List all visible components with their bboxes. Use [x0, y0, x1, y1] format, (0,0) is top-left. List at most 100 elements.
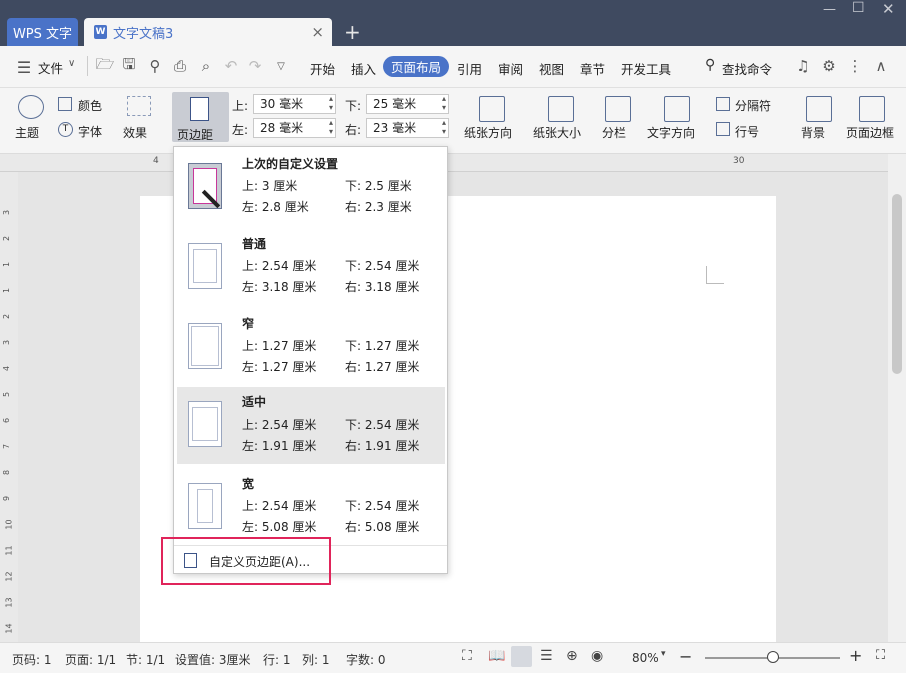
preset-left: 左: 1.27 厘米	[242, 360, 317, 374]
preset-thumbnail-icon	[188, 401, 222, 447]
preset-thumbnail-icon	[188, 323, 222, 369]
text-direction-button[interactable]: 文字方向	[647, 124, 695, 141]
status-column[interactable]: 列: 1	[302, 651, 330, 668]
right-margin-input[interactable]: 23 毫米	[366, 118, 449, 138]
preset-normal[interactable]: 普通 上: 2.54 厘米 下: 2.54 厘米 左: 3.18 厘米 右: 3…	[177, 229, 445, 305]
vertical-scrollbar[interactable]	[888, 154, 906, 642]
effect-button[interactable]: 效果	[123, 124, 147, 141]
columns-button[interactable]: 分栏	[602, 124, 626, 141]
document-tab[interactable]: W 文字文稿3 ×	[84, 18, 332, 46]
top-margin-input[interactable]: 30 毫米	[253, 94, 336, 114]
font-icon[interactable]: T	[58, 122, 73, 137]
background-icon[interactable]	[806, 96, 832, 122]
status-page-number[interactable]: 页码: 1	[12, 651, 52, 668]
menu-insert[interactable]: 插入	[351, 59, 376, 78]
left-margin-input[interactable]: 28 毫米	[253, 118, 336, 138]
zoom-slider-handle[interactable]	[766, 651, 779, 663]
status-section[interactable]: 节: 1/1	[126, 651, 165, 668]
vertical-ruler[interactable]: 321123456789101112131415	[0, 172, 18, 660]
menu-start[interactable]: 开始	[310, 59, 335, 78]
columns-icon[interactable]	[605, 96, 631, 122]
effect-icon[interactable]	[127, 96, 151, 116]
preset-last-custom[interactable]: 上次的自定义设置 上: 3 厘米 下: 2.5 厘米 左: 2.8 厘米 右: …	[177, 149, 445, 225]
line-numbers-icon[interactable]	[716, 122, 730, 136]
search-icon[interactable]: ⚲	[705, 57, 715, 73]
menu-references[interactable]: 引用	[457, 59, 482, 78]
eye-protection-icon[interactable]: ◉	[591, 648, 603, 664]
minimize-icon[interactable]: —	[823, 2, 836, 17]
menu-review[interactable]: 审阅	[498, 59, 523, 78]
menu-page-layout[interactable]: 页面布局	[383, 56, 449, 77]
zoom-level[interactable]: 80%	[632, 651, 659, 665]
paper-size-icon[interactable]	[548, 96, 574, 122]
background-button[interactable]: 背景	[801, 124, 825, 141]
line-numbers-button[interactable]: 行号	[735, 123, 759, 140]
fit-page-icon[interactable]: ⛶	[876, 648, 885, 663]
open-folder-icon[interactable]: 🗁	[96, 55, 115, 75]
margin-preview	[193, 249, 217, 283]
preset-right: 右: 3.18 厘米	[345, 280, 420, 294]
more-icon[interactable]: ⋮	[846, 57, 864, 75]
theme-icon[interactable]	[18, 95, 44, 119]
web-view-icon[interactable]: ⊕	[566, 648, 578, 664]
search-command[interactable]: 查找命令	[722, 59, 772, 78]
bottom-margin-input[interactable]: 25 毫米	[366, 94, 449, 114]
fullscreen-icon[interactable]: ⛶	[462, 648, 472, 664]
maximize-icon[interactable]: ☐	[852, 0, 865, 16]
print-preview-icon[interactable]: ⌕	[197, 57, 215, 75]
page-border-icon[interactable]	[859, 96, 885, 122]
menu-developer[interactable]: 开发工具	[621, 59, 671, 78]
chevron-down-icon[interactable]: ▾	[661, 649, 666, 659]
ruler-tick: 1	[2, 287, 12, 294]
hamburger-icon[interactable]: ☰	[15, 58, 33, 77]
reading-mode-icon[interactable]: 📖	[488, 648, 505, 664]
font-button[interactable]: 字体	[78, 123, 102, 140]
zoom-out-icon[interactable]: −	[679, 647, 692, 666]
color-icon[interactable]	[58, 97, 72, 111]
collapse-ribbon-icon[interactable]: ∧	[872, 57, 890, 75]
chevron-down-icon[interactable]: ∨	[68, 58, 75, 69]
preset-narrow[interactable]: 窄 上: 1.27 厘米 下: 1.27 厘米 左: 1.27 厘米 右: 1.…	[177, 309, 445, 385]
color-button[interactable]: 颜色	[78, 97, 102, 114]
file-menu[interactable]: 文件	[38, 58, 63, 77]
ruler-tick: 7	[2, 443, 12, 450]
more-dropdown-icon[interactable]: ▽	[272, 57, 290, 75]
preset-bottom: 下: 2.54 厘米	[345, 259, 420, 273]
menu-view[interactable]: 视图	[539, 59, 564, 78]
status-setting[interactable]: 设置值: 3厘米	[175, 651, 251, 668]
outline-view-icon[interactable]: ☰	[540, 648, 553, 664]
redo-icon[interactable]: ↷	[246, 57, 264, 75]
menu-chapter[interactable]: 章节	[580, 59, 605, 78]
preset-bottom: 下: 2.54 厘米	[345, 418, 420, 432]
zoom-in-icon[interactable]: +	[849, 646, 862, 665]
preset-wide[interactable]: 宽 上: 2.54 厘米 下: 2.54 厘米 左: 5.08 厘米 右: 5.…	[177, 469, 445, 545]
format-painter-icon[interactable]: ⚲	[146, 57, 164, 75]
orientation-button[interactable]: 纸张方向	[464, 124, 512, 141]
preset-moderate[interactable]: 适中 上: 2.54 厘米 下: 2.54 厘米 左: 1.91 厘米 右: 1…	[177, 387, 445, 464]
left-margin-label: 左:	[232, 123, 249, 137]
scroll-thumb[interactable]	[892, 194, 902, 374]
separator-icon[interactable]	[716, 97, 730, 111]
app-tab[interactable]: WPS 文字	[7, 18, 78, 46]
close-window-icon[interactable]: ✕	[882, 0, 895, 18]
headset-icon[interactable]: ♫	[794, 57, 812, 75]
preset-name: 窄	[242, 317, 255, 331]
preset-top: 上: 2.54 厘米	[242, 418, 317, 432]
page-view-icon[interactable]	[511, 646, 532, 667]
new-tab-button[interactable]: +	[344, 20, 361, 44]
gear-icon[interactable]: ⚙	[820, 57, 838, 75]
save-icon[interactable]: 🖫	[120, 55, 138, 75]
status-row[interactable]: 行: 1	[263, 651, 291, 668]
undo-icon[interactable]: ↶	[222, 57, 240, 75]
theme-button[interactable]: 主题	[15, 124, 39, 141]
separator-button[interactable]: 分隔符	[735, 97, 771, 114]
text-direction-icon[interactable]	[664, 96, 690, 122]
close-tab-icon[interactable]: ×	[311, 23, 324, 41]
print-icon[interactable]: ⎙	[171, 57, 189, 75]
ruler-tick: 3	[2, 339, 12, 346]
paper-size-button[interactable]: 纸张大小	[533, 124, 581, 141]
status-pages[interactable]: 页面: 1/1	[65, 651, 116, 668]
status-word-count[interactable]: 字数: 0	[346, 651, 386, 668]
page-border-button[interactable]: 页面边框	[846, 124, 906, 141]
orientation-icon[interactable]	[479, 96, 505, 122]
